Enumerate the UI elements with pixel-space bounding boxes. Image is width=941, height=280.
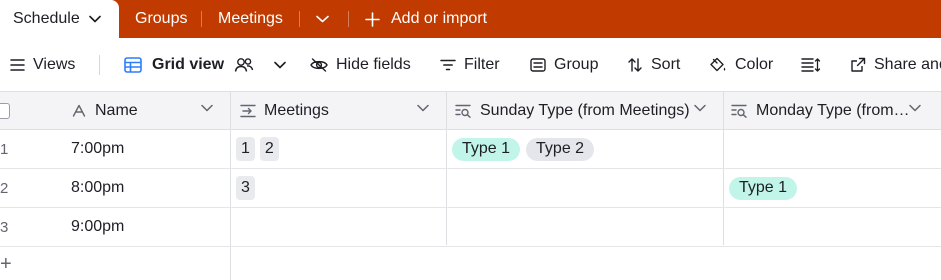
column-header-label: Meetings (264, 101, 329, 119)
name-cell[interactable]: 7:00pm (71, 130, 124, 168)
collaborators-icon (234, 57, 254, 73)
column-header-meetings[interactable]: Meetings (231, 92, 447, 130)
group-label: Group (554, 56, 599, 73)
tab-meetings[interactable]: Meetings (218, 0, 283, 38)
column-header-label: Name (95, 101, 138, 119)
more-tables-button[interactable] (316, 0, 329, 38)
chevron-down-icon[interactable] (417, 104, 429, 112)
records-grid: Name Meetings Sunday Type (from Meetings… (0, 92, 941, 280)
plus-icon (365, 11, 380, 27)
sort-button[interactable]: Sort (627, 38, 680, 92)
view-toolbar: Views Grid view Hide fields Filter Group (0, 38, 941, 92)
filter-label: Filter (464, 56, 500, 73)
color-button[interactable]: Color (709, 38, 773, 92)
hide-fields-button[interactable]: Hide fields (310, 38, 411, 92)
tab-groups-label: Groups (135, 10, 188, 27)
group-button[interactable]: Group (530, 38, 598, 92)
eye-slash-icon (310, 58, 328, 72)
toolbar-divider (99, 55, 100, 75)
tab-divider (348, 11, 349, 27)
chevron-down-icon[interactable] (88, 15, 101, 23)
monday-type-cell[interactable]: Type 1 (729, 169, 803, 207)
external-link-icon (850, 57, 866, 73)
chevron-down-icon[interactable] (694, 104, 706, 112)
grid-table-icon (124, 57, 142, 73)
table-row[interactable]: 2 8:00pm 3 Type 1 (0, 169, 941, 208)
add-or-import-label: Add or import (391, 10, 488, 27)
chevron-down-icon[interactable] (201, 104, 213, 112)
meetings-cell[interactable]: 1 2 (236, 130, 284, 168)
linked-record-icon (240, 104, 256, 118)
select-all-checkbox[interactable] (0, 103, 10, 119)
hide-fields-label: Hide fields (336, 56, 411, 73)
table-row[interactable]: 1 7:00pm 1 2 Type 1 Type 2 (0, 130, 941, 169)
text-field-icon (72, 104, 86, 117)
chevron-down-icon[interactable] (909, 104, 921, 112)
grid-view-label: Grid view (152, 56, 225, 73)
sort-arrows-icon (627, 57, 643, 73)
linked-record-chip[interactable]: 2 (259, 137, 279, 161)
paint-bucket-icon (709, 57, 727, 74)
chevron-down-icon[interactable] (274, 61, 286, 69)
type-pill: Type 1 (729, 176, 798, 200)
tab-divider (201, 11, 202, 27)
linked-record-chip[interactable]: 3 (236, 176, 255, 200)
row-number: 3 (0, 218, 9, 236)
tab-divider (299, 11, 300, 27)
grid-view-button[interactable]: Grid view (124, 38, 294, 92)
sort-label: Sort (651, 56, 681, 73)
meetings-cell[interactable]: 3 (236, 169, 260, 207)
column-header-monday-type[interactable]: Monday Type (from… (724, 92, 941, 130)
tab-schedule-label: Schedule (13, 10, 80, 27)
linked-record-chip[interactable]: 1 (236, 137, 255, 161)
add-record-button[interactable]: + (0, 248, 20, 280)
lookup-icon (731, 104, 748, 118)
filter-button[interactable]: Filter (440, 38, 500, 92)
tab-groups[interactable]: Groups (135, 0, 187, 38)
column-header-label: Sunday Type (from Meetings) (480, 101, 690, 119)
color-label: Color (735, 56, 774, 73)
type-pill: Type 1 (452, 137, 521, 161)
row-number: 2 (0, 179, 9, 197)
name-cell[interactable]: 8:00pm (71, 169, 124, 207)
filter-icon (440, 59, 456, 71)
share-label: Share and (874, 56, 941, 73)
table-row[interactable]: 3 9:00pm (0, 208, 941, 247)
tab-schedule[interactable]: Schedule (0, 0, 119, 38)
type-pill: Type 2 (526, 137, 595, 161)
lookup-icon (455, 104, 472, 118)
row-height-icon (801, 57, 821, 73)
name-cell[interactable]: 9:00pm (71, 208, 124, 246)
column-header-name[interactable]: Name (0, 92, 231, 130)
tab-meetings-label: Meetings (218, 10, 283, 27)
column-header-label: Monday Type (from… (756, 101, 910, 119)
views-button[interactable]: Views (10, 38, 75, 92)
sunday-type-cell[interactable]: Type 1 Type 2 (452, 130, 600, 168)
row-number: 1 (0, 140, 9, 158)
table-tab-bar: Schedule Groups Meetings Add or import (0, 0, 941, 38)
row-height-button[interactable] (801, 38, 821, 92)
share-and-sync-button[interactable]: Share and (850, 38, 941, 92)
column-header-sunday-type[interactable]: Sunday Type (from Meetings) (447, 92, 724, 130)
hamburger-menu-icon (10, 59, 25, 71)
add-or-import-button[interactable]: Add or import (365, 0, 487, 38)
views-label: Views (33, 56, 76, 73)
chevron-down-icon (316, 15, 329, 23)
group-list-icon (530, 58, 546, 72)
